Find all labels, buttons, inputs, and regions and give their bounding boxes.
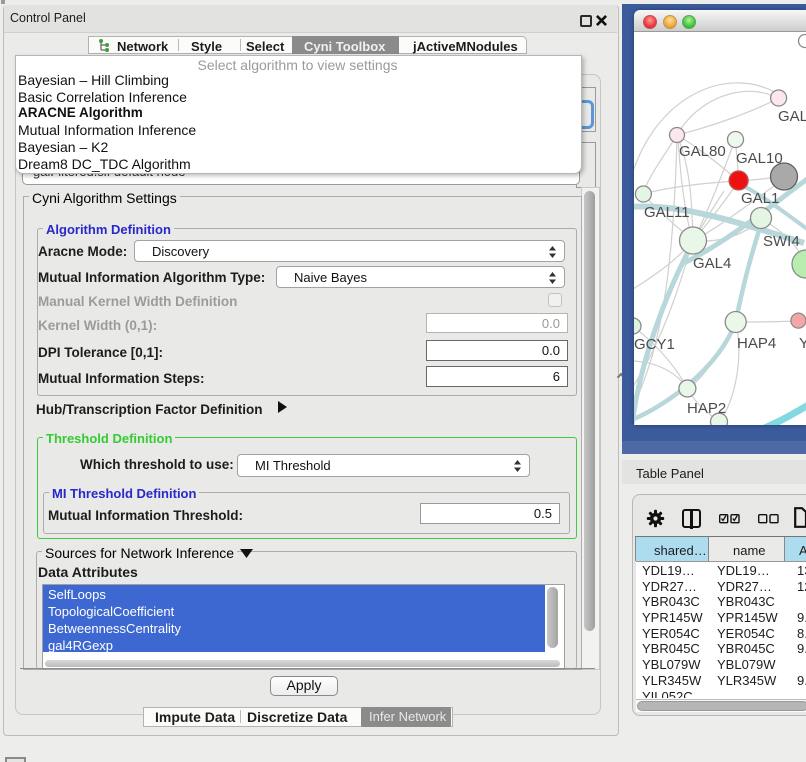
- svg-text:GCY1: GCY1: [634, 336, 675, 353]
- svg-text:GAL1: GAL1: [741, 190, 779, 207]
- svg-text:GAL7: GAL7: [778, 108, 806, 125]
- svg-text:HAP2: HAP2: [687, 400, 726, 417]
- svg-text:GAL80: GAL80: [679, 143, 726, 160]
- svg-text:GAL10: GAL10: [736, 150, 783, 167]
- svg-text:HAP4: HAP4: [737, 335, 776, 352]
- svg-text:SWI4: SWI4: [763, 233, 800, 250]
- svg-text:GAL11: GAL11: [644, 204, 690, 221]
- svg-text:GAL4: GAL4: [693, 255, 731, 272]
- svg-text:Y: Y: [799, 335, 806, 352]
